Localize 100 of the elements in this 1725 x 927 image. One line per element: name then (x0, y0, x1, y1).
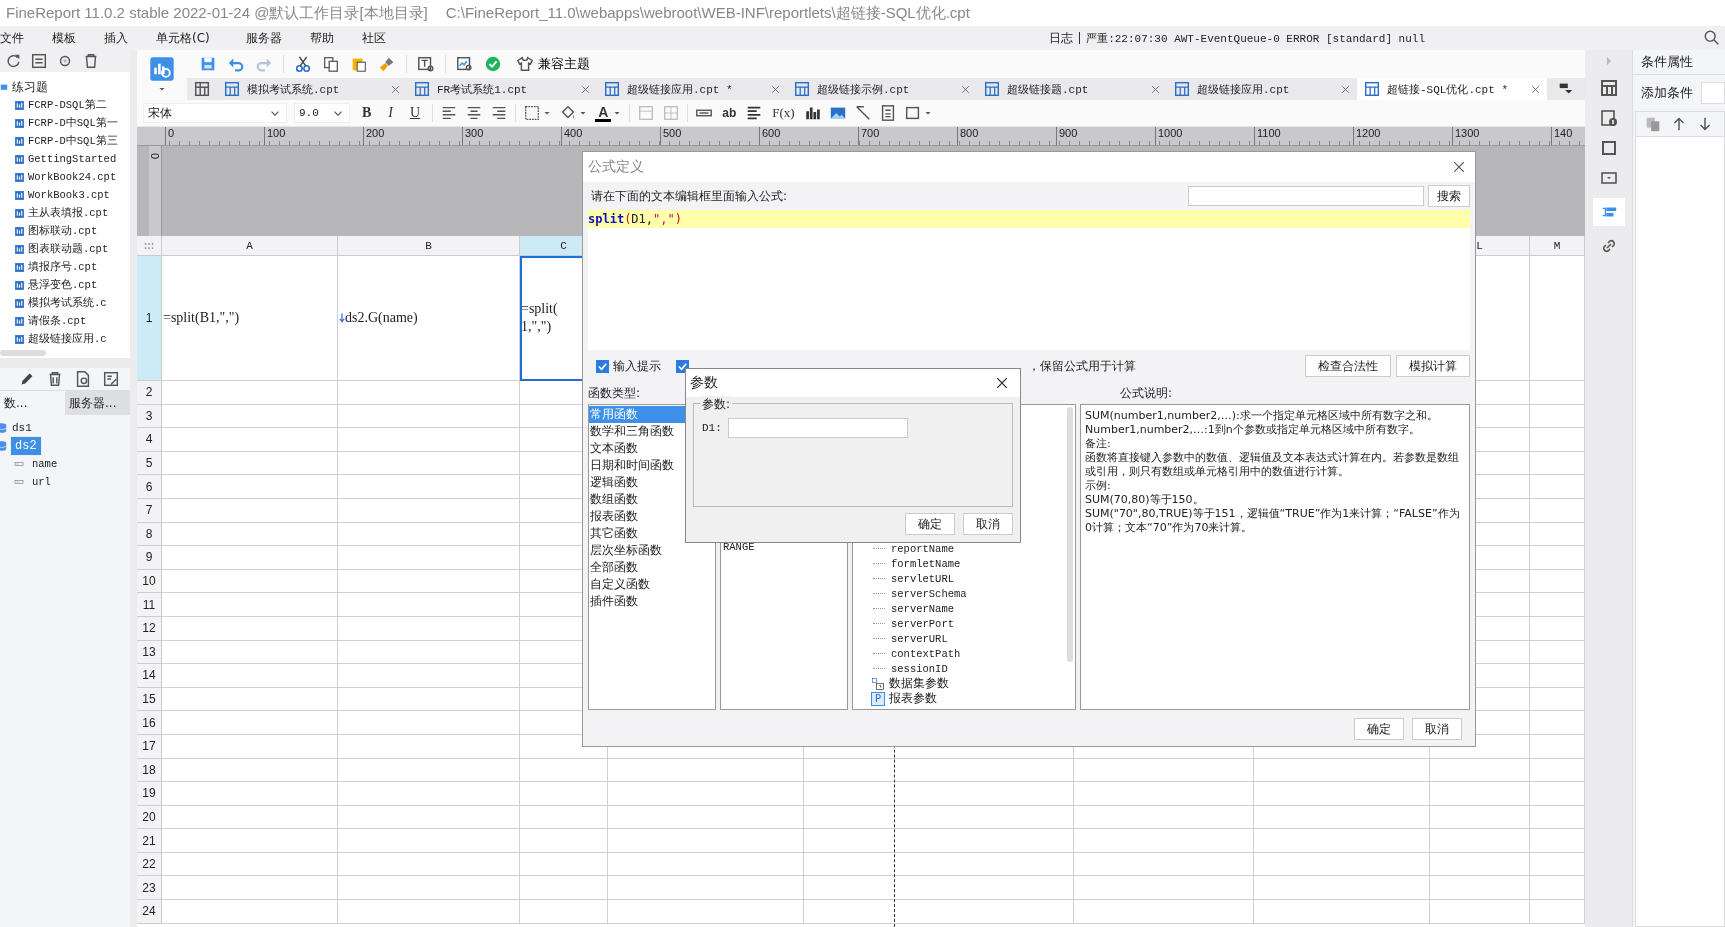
variable-item[interactable]: sessionID (891, 662, 948, 675)
font-color-button[interactable]: A (595, 104, 612, 122)
row-header[interactable]: 22 (137, 852, 162, 877)
file-tab[interactable]: 超级链接题.cpt (977, 78, 1167, 100)
menu-item[interactable]: 模板 (52, 29, 76, 47)
table-cell[interactable]: =split( 1,",") (520, 256, 608, 381)
ok-button[interactable]: 确定 (905, 513, 955, 535)
row-header[interactable]: 18 (137, 758, 162, 783)
variable-item[interactable]: servletURL (891, 572, 954, 585)
file-tab[interactable]: FR考试系统1.cpt (407, 78, 597, 100)
text-tool-button[interactable]: ab (720, 106, 739, 120)
style-button[interactable]: U (405, 105, 426, 121)
row-header[interactable]: 20 (137, 805, 162, 830)
font-dropdown[interactable]: 宋体 (143, 103, 287, 123)
file-item[interactable]: 图表联动题.cpt (28, 242, 109, 256)
function-type-item[interactable]: 全部函数 (589, 559, 715, 576)
function-item[interactable]: RANGE (721, 541, 847, 553)
search-button[interactable]: 搜索 (1428, 185, 1470, 207)
variable-item[interactable]: 数据集参数 (889, 675, 949, 692)
row-header[interactable]: 2 (137, 381, 162, 405)
function-type-item[interactable]: 自定义函数 (589, 576, 715, 593)
row-header[interactable]: 8 (137, 522, 162, 547)
cancel-button[interactable]: 取消 (1412, 718, 1462, 740)
menu-item[interactable]: 单元格(C) (156, 29, 210, 47)
file-tab[interactable]: 超级链接应用.cpt (1167, 78, 1357, 100)
file-tab[interactable]: 超级链接应用.cpt * (597, 78, 787, 100)
formula-button[interactable]: F(x) (770, 105, 797, 121)
file-item[interactable]: 请假条.cpt (28, 314, 87, 328)
row-header[interactable]: 24 (137, 900, 162, 924)
variable-item[interactable]: contextPath (891, 647, 961, 660)
file-tab[interactable]: 超级链接示例.cpt (787, 78, 977, 100)
file-tab[interactable]: 超链接-SQL优化.cpt * (1357, 78, 1547, 100)
file-item[interactable]: 主从表填报.cpt (28, 206, 109, 220)
row-header[interactable]: 9 (137, 546, 162, 570)
variable-item[interactable]: serverPort (891, 617, 954, 630)
row-header[interactable]: 13 (137, 640, 162, 665)
file-item[interactable]: FCRP-D中SQL第三 (28, 134, 118, 148)
font-size-dropdown[interactable]: 9.0 (294, 103, 350, 123)
file-item[interactable]: 模拟考试系统.c (28, 296, 107, 310)
row-header[interactable]: 12 (137, 616, 162, 641)
check-validity-button[interactable]: 检查合法性 (1305, 355, 1391, 377)
row-header[interactable]: 21 (137, 829, 162, 853)
file-item[interactable]: WorkBook3.cpt (28, 189, 110, 201)
variable-item[interactable]: serverURL (891, 632, 948, 645)
file-item[interactable]: WorkBook24.cpt (28, 171, 117, 183)
dataset-tab[interactable]: 服务器... (65, 391, 130, 415)
table-cell[interactable]: =split(B1,",") (162, 256, 338, 381)
variable-item[interactable]: reportName (891, 542, 954, 555)
cancel-button[interactable]: 取消 (963, 513, 1013, 535)
description-text: SUM(number1,number2,…):求一个指定单元格区域中所有数字之和。 (1085, 409, 1439, 423)
variable-item[interactable]: formletName (891, 557, 961, 570)
row-header[interactable]: 4 (137, 428, 162, 452)
row-header[interactable]: 3 (137, 404, 162, 429)
row-header[interactable]: 1 (137, 256, 162, 381)
file-tab[interactable]: 模拟考试系统.cpt (217, 78, 407, 100)
row-header[interactable]: 16 (137, 711, 162, 735)
menu-item[interactable]: 文件 (0, 29, 24, 47)
variable-item[interactable]: 报表参数 (889, 690, 937, 707)
log-label[interactable]: 日志 (1049, 32, 1081, 44)
dataset-field[interactable]: name (32, 458, 58, 470)
file-item[interactable]: 填报序号.cpt (28, 260, 98, 274)
menu-item[interactable]: 社区 (361, 29, 386, 47)
table-cell[interactable]: ds2.G(name) (338, 256, 520, 381)
ruler-label: 300 (462, 127, 561, 145)
file-item[interactable]: FCRP-DSQL第二 (28, 98, 107, 112)
row-header[interactable]: 19 (137, 782, 162, 806)
row-header[interactable]: 17 (137, 734, 162, 759)
panel-title: 条件属性 (1641, 53, 1693, 71)
style-button[interactable]: I (383, 105, 398, 121)
row-header[interactable]: 11 (137, 593, 162, 617)
column-header[interactable]: B (338, 236, 520, 256)
file-item[interactable]: 悬浮变色.cpt (28, 278, 98, 292)
tree-folder[interactable]: 练习题 (12, 78, 48, 96)
dataset-field[interactable]: url (32, 476, 51, 488)
menu-item[interactable]: 帮助 (309, 29, 334, 47)
menu-item[interactable]: 插入 (104, 29, 128, 47)
menu-item[interactable]: 服务器 (245, 29, 282, 47)
simulate-button[interactable]: 模拟计算 (1396, 355, 1470, 377)
row-header[interactable]: 15 (137, 687, 162, 712)
theme-button[interactable]: 兼容主题 (512, 55, 594, 73)
file-item[interactable]: FCRP-D中SQL第一 (28, 116, 118, 130)
column-header[interactable]: A (162, 236, 338, 256)
row-header[interactable]: 14 (137, 664, 162, 688)
file-item[interactable]: GettingStarted (28, 153, 117, 165)
checkbox-label[interactable]: 输入提示 (613, 357, 661, 375)
function-type-item[interactable]: 插件函数 (589, 593, 715, 610)
variable-item[interactable]: serverSchema (891, 587, 967, 600)
file-item[interactable]: 超级链接应用.c (28, 332, 107, 346)
row-header[interactable]: 23 (137, 876, 162, 901)
row-header[interactable]: 5 (137, 451, 162, 476)
ok-button[interactable]: 确定 (1354, 718, 1404, 740)
function-type-item[interactable]: 层次坐标函数 (589, 542, 715, 559)
row-header[interactable]: 6 (137, 475, 162, 499)
style-button[interactable]: B (357, 105, 377, 121)
file-item[interactable]: 图标联动.cpt (28, 224, 98, 238)
dataset-item[interactable]: ds1 (10, 421, 34, 435)
variable-item[interactable]: serverName (891, 602, 954, 615)
formula-editor[interactable]: split(D1,",") (588, 210, 1470, 350)
row-header[interactable]: 7 (137, 498, 162, 523)
row-header[interactable]: 10 (137, 569, 162, 594)
